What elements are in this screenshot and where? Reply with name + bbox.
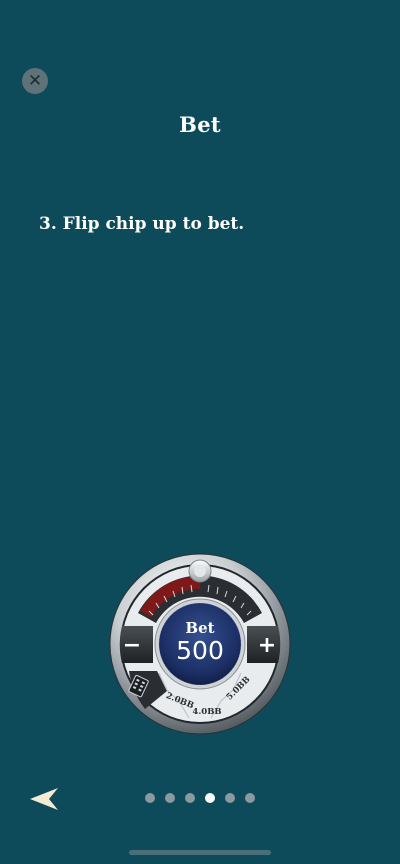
home-indicator[interactable]: [129, 850, 271, 855]
instruction-text: 3. Flip chip up to bet.: [39, 214, 245, 234]
plus-icon: +: [258, 633, 276, 658]
close-button[interactable]: ✕: [22, 68, 48, 94]
page-dot-5[interactable]: [225, 793, 235, 803]
page-dot-2[interactable]: [165, 793, 175, 803]
page-title: Bet: [179, 112, 221, 137]
minus-icon: −: [123, 633, 141, 658]
bet-amount: 500: [176, 636, 224, 665]
bet-dial[interactable]: Bet 500 − + 2.0BB 4.0BB 5.0BB: [109, 553, 291, 735]
bet-dial-graphic: Bet 500 − + 2.0BB 4.0BB 5.0BB: [109, 553, 291, 735]
page-indicator: [0, 793, 400, 803]
page-dot-3[interactable]: [185, 793, 195, 803]
bet-label: Bet: [185, 619, 214, 637]
preset-4bb: 4.0BB: [192, 707, 221, 717]
page-dot-6[interactable]: [245, 793, 255, 803]
page-dot-4[interactable]: [205, 793, 215, 803]
close-icon: ✕: [27, 71, 43, 91]
page-dot-1[interactable]: [145, 793, 155, 803]
